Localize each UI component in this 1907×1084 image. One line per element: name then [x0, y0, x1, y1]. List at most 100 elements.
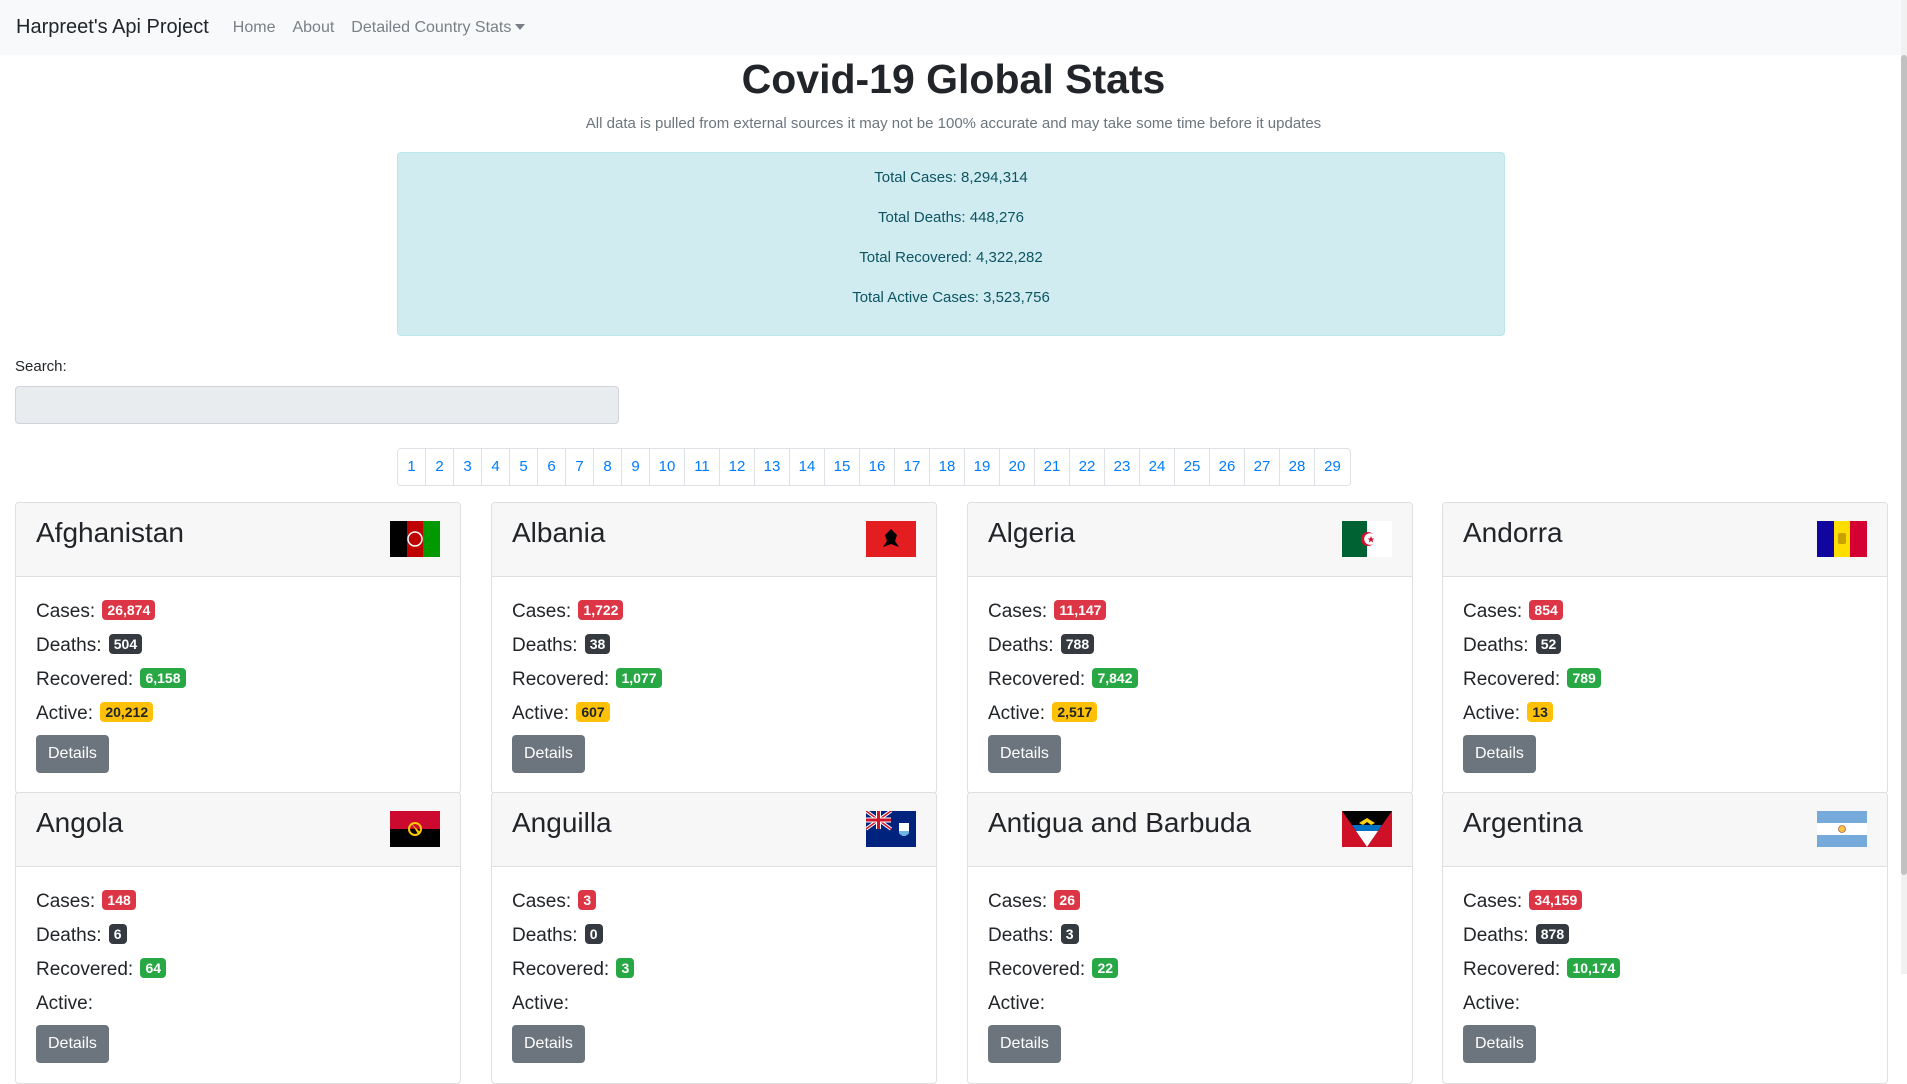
cases-badge: 1,722 [578, 600, 624, 620]
stat-label: Deaths: [36, 635, 102, 656]
country-name: Albania [512, 517, 606, 548]
country-card: Andorra Cases: 854 Deaths: 52 Recovered:… [1442, 502, 1888, 794]
stat-deaths: Deaths: 788 [988, 629, 1392, 663]
deaths-badge: 52 [1535, 634, 1562, 654]
page-link[interactable]: 14 [790, 449, 825, 485]
nav-link-home[interactable]: Home [233, 19, 276, 37]
nav-dropdown-country-stats[interactable]: Detailed Country Stats [351, 19, 526, 37]
andorra-flag-icon [1817, 521, 1867, 557]
stat-label: Deaths: [512, 925, 578, 946]
stat-recovered: Recovered: 10,174 [1463, 953, 1867, 987]
card-header: Antigua and Barbuda [968, 793, 1412, 867]
details-button[interactable]: Details [1463, 1025, 1536, 1063]
recovered-badge: 3 [616, 958, 635, 978]
stat-label: Deaths: [1463, 635, 1529, 656]
page-link[interactable]: 5 [510, 449, 538, 485]
page-link[interactable]: 17 [895, 449, 930, 485]
page-link[interactable]: 22 [1070, 449, 1105, 485]
navbar-brand[interactable]: Harpreet's Api Project [16, 16, 209, 39]
page-link[interactable]: 12 [720, 449, 755, 485]
page-link[interactable]: 19 [965, 449, 1000, 485]
country-card: Antigua and Barbuda Cases: 26 Deaths: 3 … [967, 792, 1413, 1084]
details-button[interactable]: Details [512, 735, 585, 773]
stat-recovered: Recovered: 64 [36, 953, 440, 987]
cases-badge: 34,159 [1529, 890, 1583, 910]
stat-label: Cases: [36, 601, 96, 622]
scrollbar[interactable] [1901, 0, 1907, 974]
stat-deaths: Deaths: 504 [36, 629, 440, 663]
card-body: Cases: 3 Deaths: 0 Recovered: 3 Active: … [492, 867, 936, 1063]
page-link[interactable]: 16 [860, 449, 895, 485]
page-link[interactable]: 13 [755, 449, 790, 485]
stat-recovered: Recovered: 22 [988, 953, 1392, 987]
page-link[interactable]: 21 [1035, 449, 1070, 485]
page-link[interactable]: 24 [1140, 449, 1175, 485]
recovered-badge: 7,842 [1092, 668, 1138, 688]
stat-label: Recovered: [988, 959, 1086, 980]
page-link[interactable]: 25 [1175, 449, 1210, 485]
card-body: Cases: 11,147 Deaths: 788 Recovered: 7,8… [968, 577, 1412, 773]
page-link[interactable]: 6 [538, 449, 566, 485]
page-link[interactable]: 3 [454, 449, 482, 485]
page-subtitle: All data is pulled from external sources… [585, 115, 1322, 132]
search-input[interactable] [15, 386, 619, 424]
page-link[interactable]: 15 [825, 449, 860, 485]
stat-label: Cases: [512, 891, 572, 912]
page-link[interactable]: 27 [1245, 449, 1280, 485]
deaths-badge: 788 [1060, 634, 1095, 654]
nav-link-about[interactable]: About [292, 19, 334, 37]
stat-label: Recovered: [1463, 669, 1561, 690]
card-header: Argentina [1443, 793, 1887, 867]
page-link[interactable]: 7 [566, 449, 594, 485]
card-header: Andorra [1443, 503, 1887, 577]
deaths-badge: 38 [584, 634, 611, 654]
page-link[interactable]: 9 [622, 449, 650, 485]
page-link[interactable]: 29 [1315, 449, 1350, 485]
details-button[interactable]: Details [36, 1025, 109, 1063]
details-button[interactable]: Details [36, 735, 109, 773]
page-link[interactable]: 11 [685, 449, 720, 485]
card-header: Angola [16, 793, 460, 867]
page-link[interactable]: 4 [482, 449, 510, 485]
page-link[interactable]: 10 [650, 449, 685, 485]
page-link[interactable]: 8 [594, 449, 622, 485]
page-link[interactable]: 23 [1105, 449, 1140, 485]
details-button[interactable]: Details [988, 735, 1061, 773]
card-header: Albania [492, 503, 936, 577]
stat-cases: Cases: 854 [1463, 595, 1867, 629]
active-badge: 20,212 [100, 702, 154, 722]
stat-deaths: Deaths: 38 [512, 629, 916, 663]
stat-label: Deaths: [988, 925, 1054, 946]
card-header: Algeria [968, 503, 1412, 577]
page-link[interactable]: 20 [1000, 449, 1035, 485]
country-name: Algeria [988, 517, 1076, 548]
stat-active: Active: [36, 987, 440, 1021]
page-link[interactable]: 18 [930, 449, 965, 485]
country-card: Anguilla Cases: 3 Deaths: 0 Recovered: 3… [491, 792, 937, 1084]
recovered-badge: 1,077 [616, 668, 662, 688]
stat-label: Recovered: [512, 959, 610, 980]
scrollbar-thumb[interactable] [1901, 55, 1907, 875]
page-link[interactable]: 2 [426, 449, 454, 485]
page-link[interactable]: 26 [1210, 449, 1245, 485]
recovered-badge: 6,158 [140, 668, 186, 688]
total-active: Total Active Cases: 3,523,756 [852, 289, 1050, 306]
details-button[interactable]: Details [1463, 735, 1536, 773]
card-body: Cases: 26,874 Deaths: 504 Recovered: 6,1… [16, 577, 460, 773]
details-button[interactable]: Details [988, 1025, 1061, 1063]
page-link[interactable]: 28 [1280, 449, 1315, 485]
stat-recovered: Recovered: 7,842 [988, 663, 1392, 697]
cases-badge: 854 [1529, 600, 1563, 620]
active-badge: 2,517 [1052, 702, 1098, 722]
stat-recovered: Recovered: 1,077 [512, 663, 916, 697]
afghanistan-flag-icon [390, 521, 440, 557]
angola-flag-icon [390, 811, 440, 847]
card-header: Anguilla [492, 793, 936, 867]
country-name: Antigua and Barbuda [988, 807, 1252, 838]
page-link[interactable]: 1 [398, 449, 426, 485]
stat-label: Cases: [988, 601, 1048, 622]
details-button[interactable]: Details [512, 1025, 585, 1063]
deaths-badge: 0 [584, 924, 603, 944]
stat-label: Active: [512, 703, 570, 724]
stat-deaths: Deaths: 6 [36, 919, 440, 953]
